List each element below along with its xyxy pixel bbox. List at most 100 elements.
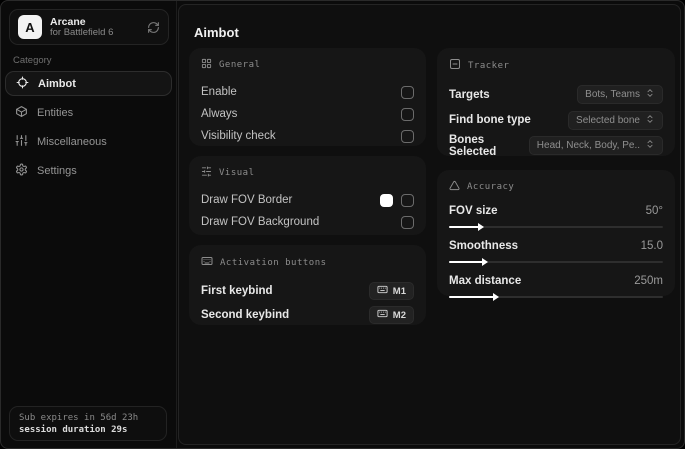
sidebar-item-label: Miscellaneous (37, 135, 107, 148)
visual-card: Visual Draw FOV Border Draw FOV Backgrou… (189, 156, 426, 235)
right-column: Tracker Targets Bots, Teams Find bone ty… (437, 48, 675, 301)
main-panel: Aimbot General Enable Always Visibility … (178, 4, 681, 445)
tracker-card: Tracker Targets Bots, Teams Find bone ty… (437, 48, 675, 159)
slider-fill (449, 258, 489, 266)
max-distance-slider[interactable] (449, 292, 663, 302)
bones-selected-dropdown[interactable]: Head, Neck, Body, Pe.. (528, 136, 663, 156)
draw-fov-background-checkbox[interactable] (401, 215, 414, 229)
dropdown-value: Head, Neck, Body, Pe.. (536, 140, 640, 152)
app-logo: A (18, 15, 42, 39)
keybind-value: M1 (392, 285, 406, 297)
keyboard-icon (377, 308, 388, 322)
sliders-horizontal-icon (201, 166, 212, 180)
sidebar-item-label: Entities (37, 106, 74, 119)
card-title: Tracker (468, 60, 510, 71)
setting-value: 15.0 (640, 240, 663, 252)
sidebar-item-miscellaneous[interactable]: Miscellaneous (5, 129, 172, 154)
setting-label: FOV size (449, 205, 498, 217)
setting-label: Smoothness (449, 240, 519, 252)
setting-row-find-bone-type: Find bone type Selected bone (449, 108, 663, 134)
dropdown-value: Bots, Teams (585, 89, 640, 101)
keyboard-icon (377, 284, 388, 298)
second-keybind-button[interactable]: M2 (368, 306, 414, 324)
sidebar-nav: Aimbot Entities Miscellaneous Settings (5, 71, 172, 183)
setting-row-smoothness: Smoothness 15.0 (449, 238, 663, 254)
refresh-icon[interactable] (147, 21, 160, 34)
box-icon (15, 105, 28, 121)
category-label: Category (13, 55, 52, 66)
triangle-icon (449, 180, 460, 194)
gear-icon (15, 163, 28, 179)
draw-fov-border-checkbox[interactable] (401, 193, 414, 207)
visual-card-header: Visual (201, 166, 414, 180)
tracker-card-header: Tracker (449, 58, 663, 73)
sidebar-item-label: Aimbot (38, 77, 76, 90)
subscription-box: Sub expires in 56d 23h session duration … (9, 406, 167, 441)
left-column: General Enable Always Visibility check V… (189, 48, 426, 325)
enable-checkbox[interactable] (401, 85, 414, 99)
accuracy-card: Accuracy FOV size 50° Smoothness 15.0 Ma… (437, 170, 675, 301)
page-title: Aimbot (194, 25, 239, 40)
setting-label: Draw FOV Border (201, 194, 293, 206)
setting-row-bones-selected: Bones Selected Head, Neck, Body, Pe.. (449, 133, 663, 159)
card-title: General (219, 60, 261, 70)
activation-card-header: Activation buttons (201, 255, 414, 270)
visibility-check-checkbox[interactable] (401, 129, 414, 143)
setting-row-fov-size: FOV size 50° (449, 203, 663, 219)
targets-dropdown[interactable]: Bots, Teams (577, 85, 663, 105)
sidebar-item-entities[interactable]: Entities (5, 100, 172, 125)
brand-text: Arcane for Battlefield 6 (50, 16, 139, 39)
accuracy-card-header: Accuracy (449, 180, 663, 194)
setting-label: Find bone type (449, 114, 531, 127)
setting-row-first-keybind: First keybind M1 (201, 279, 414, 303)
setting-row-max-distance: Max distance 250m (449, 273, 663, 289)
sub-expiry-text: Sub expires in 56d 23h (19, 412, 139, 423)
sidebar-item-aimbot[interactable]: Aimbot (5, 71, 172, 96)
setting-row-second-keybind: Second keybind M2 (201, 303, 414, 327)
setting-label: Second keybind (201, 309, 290, 321)
dropdown-value: Selected bone (576, 114, 640, 126)
setting-label: First keybind (201, 285, 273, 297)
brand-box: A Arcane for Battlefield 6 (9, 9, 169, 45)
chevrons-up-down-icon (645, 114, 655, 127)
slider-fill (449, 223, 484, 231)
always-checkbox[interactable] (401, 107, 414, 121)
setting-row-enable: Enable (201, 81, 414, 103)
chevrons-up-down-icon (645, 88, 655, 101)
setting-row-draw-fov-border: Draw FOV Border (201, 189, 414, 211)
app-window: A Arcane for Battlefield 6 Category Aimb… (0, 0, 685, 449)
activation-card: Activation buttons First keybind M1 Seco… (189, 245, 426, 325)
sliders-icon (15, 134, 28, 150)
card-title: Visual (219, 168, 255, 178)
sidebar: A Arcane for Battlefield 6 Category Aimb… (1, 1, 177, 448)
setting-row-visibility-check: Visibility check (201, 125, 414, 147)
sidebar-item-settings[interactable]: Settings (5, 158, 172, 183)
keyboard-icon (201, 255, 213, 270)
setting-value: 250m (634, 275, 663, 287)
general-card-header: General (201, 58, 414, 72)
setting-row-always: Always (201, 103, 414, 125)
setting-label: Enable (201, 86, 237, 98)
crosshair-icon (16, 76, 29, 92)
chevrons-up-down-icon (645, 139, 655, 152)
find-bone-type-dropdown[interactable]: Selected bone (568, 110, 663, 130)
smoothness-slider[interactable] (449, 257, 663, 267)
session-duration-text: session duration 29s (19, 424, 128, 435)
fov-size-slider[interactable] (449, 222, 663, 232)
card-title: Accuracy (467, 182, 515, 192)
grid-icon (201, 58, 212, 72)
setting-value: 50° (645, 205, 663, 217)
setting-label: Always (201, 108, 238, 120)
general-card: General Enable Always Visibility check (189, 48, 426, 146)
first-keybind-button[interactable]: M1 (368, 282, 414, 300)
setting-row-targets: Targets Bots, Teams (449, 82, 663, 108)
minus-square-icon (449, 58, 461, 73)
card-title: Activation buttons (220, 257, 327, 268)
setting-label: Max distance (449, 275, 522, 287)
setting-row-draw-fov-background: Draw FOV Background (201, 211, 414, 233)
setting-label: Visibility check (201, 130, 276, 142)
slider-fill (449, 293, 499, 301)
fov-border-color-swatch[interactable] (380, 193, 393, 207)
setting-label: Bones Selected (449, 133, 497, 158)
app-name: Arcane (50, 15, 86, 28)
